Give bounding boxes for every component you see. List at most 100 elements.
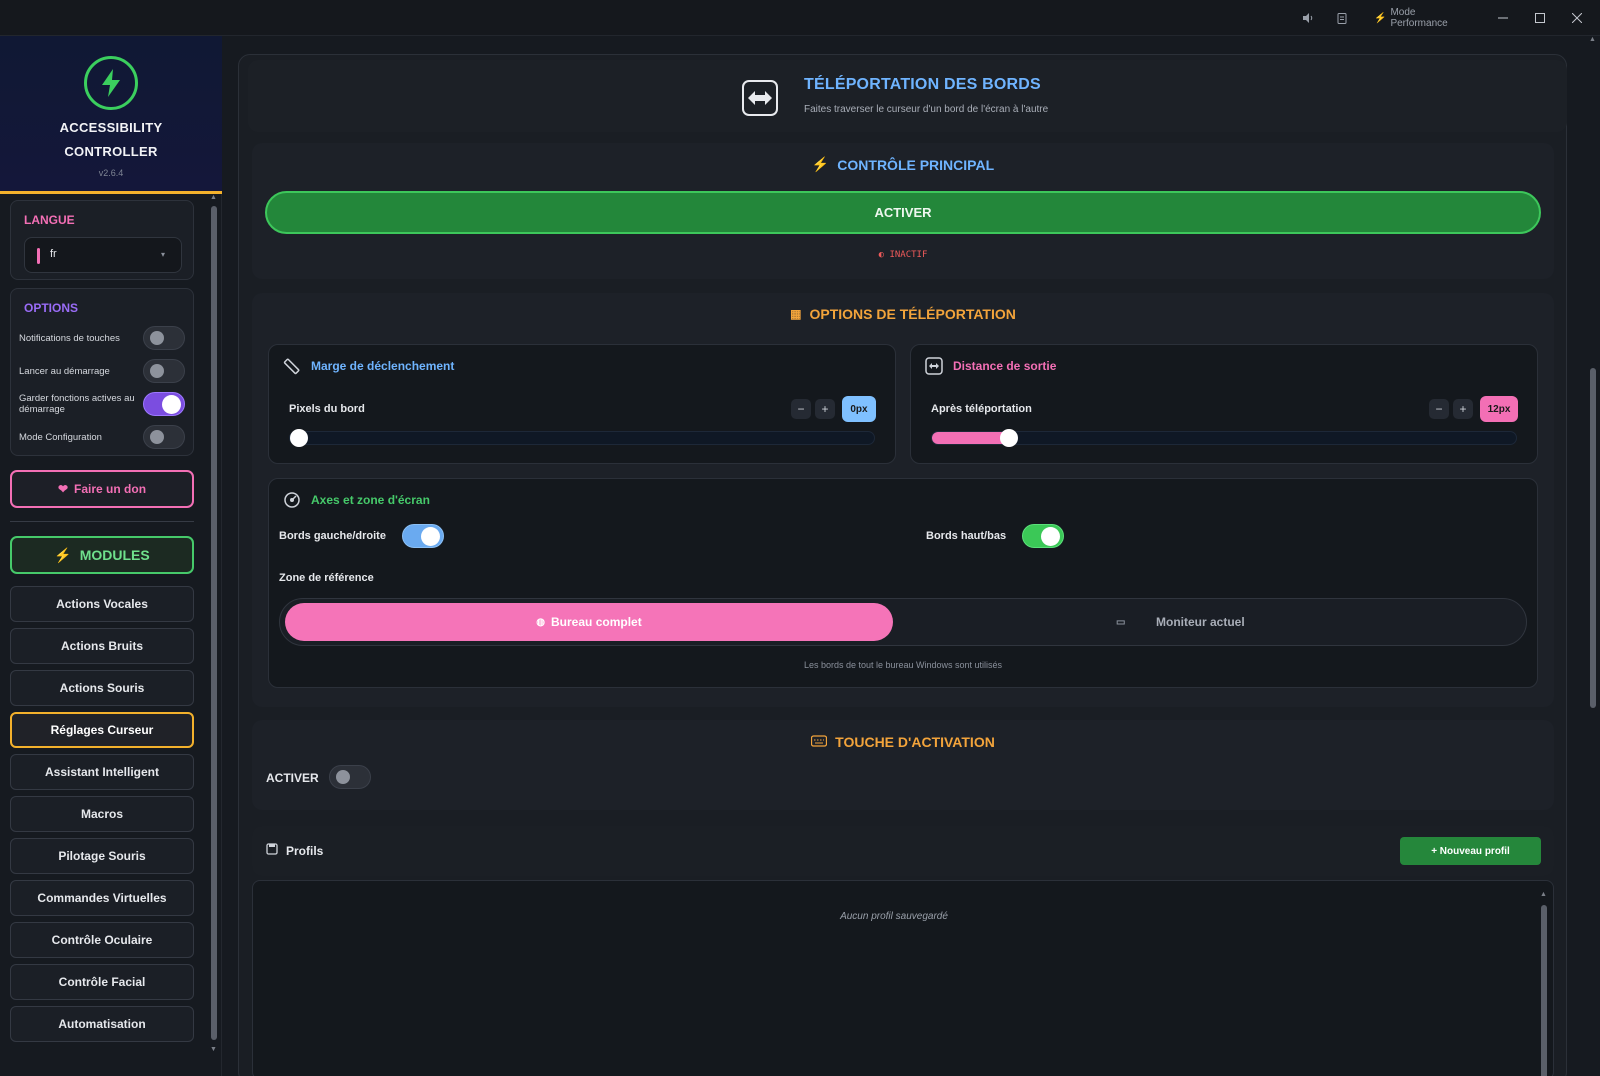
module-pilotage-souris[interactable]: Pilotage Souris <box>10 838 194 874</box>
top-bottom-toggle[interactable] <box>1022 524 1064 548</box>
gear-grid-icon: ▦ <box>790 307 802 321</box>
heart-icon: ❤ <box>57 482 69 496</box>
divider <box>10 521 194 522</box>
scroll-thumb[interactable] <box>211 206 217 1040</box>
maximize-icon[interactable] <box>1525 0 1555 36</box>
exit-distance-value: 12px <box>1480 396 1518 422</box>
profiles-empty-text: Aucun profil sauvegardé <box>840 911 948 922</box>
exit-distance-card: Distance de sortie Après téléportation −… <box>910 344 1538 464</box>
page-title: TÉLÉPORTATION DES BORDS <box>804 76 1041 93</box>
trigger-margin-decrease-button[interactable]: − <box>791 399 811 419</box>
new-profile-button[interactable]: + Nouveau profil <box>1400 837 1541 865</box>
arrows-horizontal-icon <box>925 357 943 375</box>
profiles-header <box>252 826 1554 876</box>
compass-icon <box>284 492 300 508</box>
bolt-icon: ⚡ <box>1374 12 1387 24</box>
slider-thumb[interactable] <box>999 429 1018 447</box>
window-scrollbar[interactable]: ▲ <box>1588 36 1598 1076</box>
keep-active-toggle[interactable] <box>143 392 185 416</box>
option-key-notifications: Notifications de touches <box>19 324 191 352</box>
scroll-up-icon[interactable]: ▲ <box>210 194 217 201</box>
lightning-logo-icon <box>84 56 138 110</box>
scroll-down-icon[interactable]: ▼ <box>210 1046 217 1053</box>
profiles-scrollbar[interactable]: ▲ <box>1540 891 1547 1076</box>
sidebar-scrollbar[interactable]: ▲ ▼ <box>208 194 218 1074</box>
module-actions-bruits[interactable]: Actions Bruits <box>10 628 194 664</box>
modules-label: MODULES <box>79 547 150 563</box>
module-macros[interactable]: Macros <box>10 796 194 832</box>
config-mode-toggle[interactable] <box>143 425 185 449</box>
exit-distance-slider[interactable] <box>931 429 1517 447</box>
donate-label: Faire un don <box>74 482 147 496</box>
page-subtitle: Faites traverser le curseur d'un bord de… <box>804 104 1049 115</box>
ruler-icon <box>283 358 300 375</box>
status-text: ◐ INACTIF <box>878 250 928 260</box>
monitor-icon: ▭ <box>1116 616 1126 628</box>
modules-button[interactable]: ⚡ MODULES <box>10 536 194 574</box>
profiles-list: Aucun profil sauvegardé ▲ <box>252 880 1554 1076</box>
language-card: LANGUE fr ▾ <box>10 200 194 280</box>
exit-distance-decrease-button[interactable]: − <box>1429 399 1449 419</box>
performance-mode-label: Mode Performance <box>1390 7 1448 29</box>
trigger-margin-label: Pixels du bord <box>289 403 365 415</box>
left-right-toggle[interactable] <box>402 524 444 548</box>
profiles-title: Profils <box>266 843 323 858</box>
zone-option-full-desktop[interactable]: ◍ Bureau complet <box>285 603 893 641</box>
bolt-icon: ⚡ <box>811 156 830 172</box>
scroll-up-icon[interactable]: ▲ <box>1540 891 1547 898</box>
scroll-thumb[interactable] <box>1541 905 1547 1076</box>
trigger-margin-increase-button[interactable]: + <box>815 399 835 419</box>
performance-mode-indicator[interactable]: ⚡ Mode Performance <box>1374 0 1474 36</box>
axes-zone-card: Axes et zone d'écran Bords gauche/droite… <box>268 478 1538 688</box>
hotkey-toggle[interactable] <box>329 765 371 789</box>
keyboard-icon <box>811 734 828 750</box>
page-header: TÉLÉPORTATION DES BORDS Faites traverser… <box>248 60 1567 132</box>
module-controle-oculaire[interactable]: Contrôle Oculaire <box>10 922 194 958</box>
option-keep-active: Garder fonctions actives au démarrage <box>19 390 191 418</box>
speaker-icon[interactable] <box>1296 0 1320 36</box>
exit-distance-increase-button[interactable]: + <box>1453 399 1473 419</box>
option-label: Lancer au démarrage <box>19 365 110 377</box>
sidebar: ACCESSIBILITY CONTROLLER v2.6.4 LANGUE f… <box>0 36 222 1076</box>
module-actions-vocales[interactable]: Actions Vocales <box>10 586 194 622</box>
scroll-up-icon[interactable]: ▲ <box>1589 36 1596 43</box>
launch-at-startup-toggle[interactable] <box>143 359 185 383</box>
option-label: Mode Configuration <box>19 431 102 443</box>
top-bottom-label: Bords haut/bas <box>926 530 1007 542</box>
key-notifications-toggle[interactable] <box>143 326 185 350</box>
teleport-options-title: ▦ OPTIONS DE TÉLÉPORTATION <box>790 306 1016 322</box>
close-icon[interactable] <box>1562 0 1592 36</box>
slider-thumb[interactable] <box>290 429 308 447</box>
clipboard-icon[interactable] <box>1330 0 1354 36</box>
axes-zone-title: Axes et zone d'écran <box>311 493 430 507</box>
exit-distance-title: Distance de sortie <box>953 359 1057 373</box>
zone-hint: Les bords de tout le bureau Windows sont… <box>803 660 1003 670</box>
trigger-margin-value: 0px <box>842 396 876 422</box>
save-icon <box>266 843 278 858</box>
left-right-label: Bords gauche/droite <box>279 530 386 542</box>
zone-segmented-control: ◍ Bureau complet ▭ Moniteur actuel <box>279 598 1527 646</box>
language-title: LANGUE <box>24 213 75 227</box>
globe-icon: ◍ <box>536 616 546 628</box>
module-automatisation[interactable]: Automatisation <box>10 1006 194 1042</box>
trigger-margin-title: Marge de déclenchement <box>311 359 455 373</box>
donate-button[interactable]: ❤ Faire un don <box>10 470 194 508</box>
module-controle-facial[interactable]: Contrôle Facial <box>10 964 194 1000</box>
title-bar: ⚡ Mode Performance <box>0 0 1600 36</box>
zone-option-current-monitor[interactable]: ▭ Moniteur actuel <box>1116 603 1416 641</box>
main-control-title: ⚡ CONTRÔLE PRINCIPAL <box>811 156 995 173</box>
option-label: Garder fonctions actives au démarrage <box>19 393 135 415</box>
scroll-thumb[interactable] <box>1590 368 1596 708</box>
module-commandes-virtuelles[interactable]: Commandes Virtuelles <box>10 880 194 916</box>
module-assistant-intelligent[interactable]: Assistant Intelligent <box>10 754 194 790</box>
trigger-margin-card: Marge de déclenchement Pixels du bord − … <box>268 344 896 464</box>
option-launch-at-startup: Lancer au démarrage <box>19 357 191 385</box>
minimize-icon[interactable] <box>1488 0 1518 36</box>
hotkey-label: ACTIVER <box>266 771 319 785</box>
bolt-icon: ⚡ <box>54 546 72 563</box>
activate-button[interactable]: ACTIVER <box>265 191 1541 234</box>
module-actions-souris[interactable]: Actions Souris <box>10 670 194 706</box>
trigger-margin-slider[interactable] <box>289 429 875 447</box>
exit-distance-label: Après téléportation <box>931 403 1032 415</box>
arrows-horizontal-icon <box>742 80 778 116</box>
